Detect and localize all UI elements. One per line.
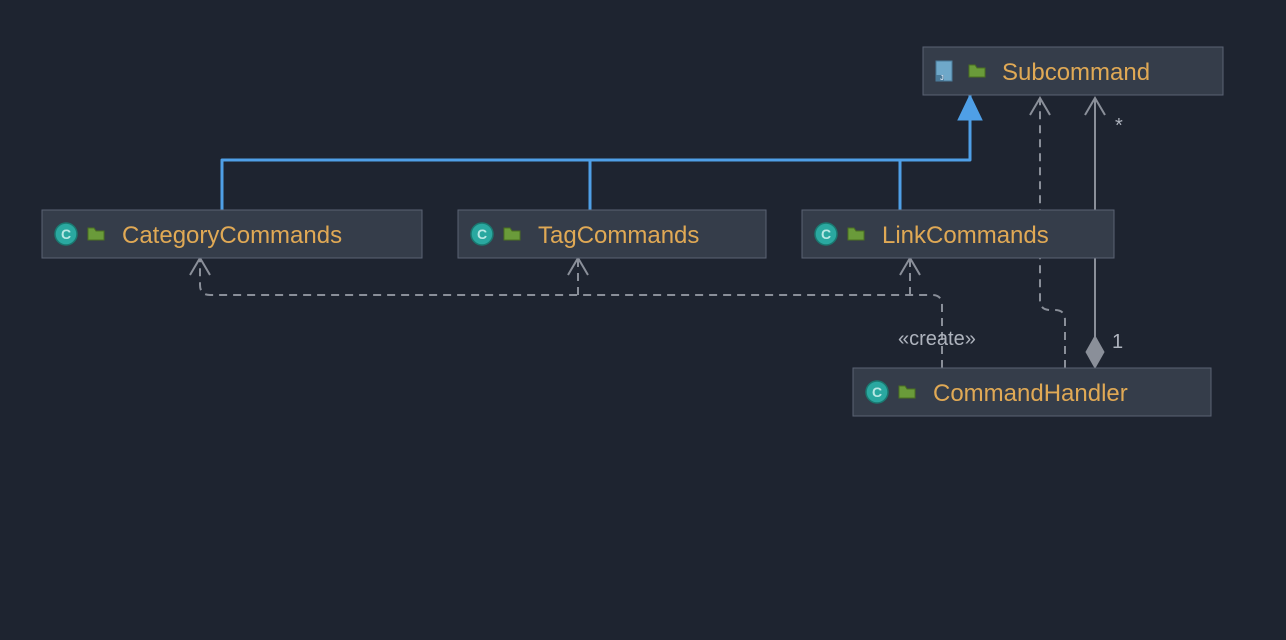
class-icon xyxy=(471,223,493,245)
node-command-handler[interactable]: CommandHandler xyxy=(853,368,1211,416)
node-tag-commands[interactable]: TagCommands xyxy=(458,210,766,258)
node-subcommand-label: Subcommand xyxy=(1002,59,1150,86)
node-link-commands-label: LinkCommands xyxy=(882,222,1049,249)
multiplicity-star: * xyxy=(1115,115,1123,137)
multiplicity-one: 1 xyxy=(1112,331,1123,353)
node-tag-commands-label: TagCommands xyxy=(538,222,699,249)
node-command-handler-label: CommandHandler xyxy=(933,380,1128,407)
uml-diagram: C J «create» xyxy=(0,0,1286,640)
generalization-to-subcommand xyxy=(222,95,982,210)
class-icon xyxy=(866,381,888,403)
class-icon xyxy=(815,223,837,245)
node-link-commands[interactable]: LinkCommands xyxy=(802,210,1114,258)
create-dependency: «create» xyxy=(190,258,976,368)
create-stereotype-label: «create» xyxy=(898,328,976,350)
node-category-commands-label: CategoryCommands xyxy=(122,222,342,249)
node-subcommand[interactable]: Subcommand xyxy=(923,47,1223,95)
java-file-icon xyxy=(936,61,952,82)
node-category-commands[interactable]: CategoryCommands xyxy=(42,210,422,258)
class-icon xyxy=(55,223,77,245)
